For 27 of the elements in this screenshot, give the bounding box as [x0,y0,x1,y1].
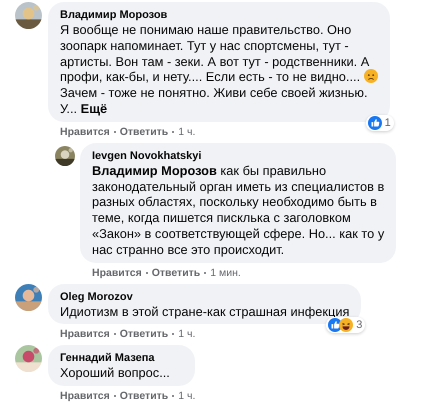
thumbs-up-icon [368,116,382,130]
comment-time[interactable]: 1 ч. [178,124,196,139]
action-link[interactable]: Нравится [60,124,110,139]
comment-text: Идиотизм в этой стране-как страшная инфекция [60,304,350,320]
author-name[interactable]: Владимир Морозов [60,8,378,22]
comment-time[interactable]: 1 ч. [178,389,196,404]
author-name[interactable]: Ievgen Novokhatskyi [92,148,384,163]
author-name[interactable]: Oleg Morozov [60,290,350,304]
comment-text: Владимир Морозов как бы правильно законодательный орган иметь из специалистов в разных областях, поскольку необходимо быть в теме, когда пишется писклька с заголовком «Закон» в соответствующей сфере. Но... как то у нас странно все это происходит. [92,162,384,258]
action-link[interactable]: Ответить [120,124,168,139]
comment-text: Хороший вопрос... [60,365,171,382]
reactions-badge[interactable]: 1 [366,114,394,131]
action-link[interactable]: Нравится [60,389,110,404]
action-link[interactable]: Нравится [92,266,142,280]
action-link[interactable]: Нравится [60,327,110,342]
see-more-link[interactable]: Ещё [80,100,108,116]
comment-time[interactable]: 1 ч. [178,327,196,342]
comment-text: Я вообще не понимаю наше правительство. Оно зоопарк напоминает. Тут у нас спортсмены, тут - артисты. Вон там - зеки. А вот тут - родственники. А профи, как-бы, и нету.... Если есть - то не видно.... Зачем - тоже не понятно. Живи себе своей жизнью. У... Ещё [60,22,378,117]
reactions-badge[interactable]: 3 [326,317,366,334]
comment-time[interactable]: 1 мин. [210,266,241,280]
action-link[interactable]: Ответить [120,327,168,342]
action-link[interactable]: Ответить [152,266,200,280]
mention-link[interactable]: Владимир Морозов [92,162,217,178]
author-name[interactable]: Геннадий Мазепа [60,351,184,366]
laughing-face-icon [339,318,354,332]
action-link[interactable]: Ответить [120,389,168,404]
sad-face-icon [364,69,378,84]
